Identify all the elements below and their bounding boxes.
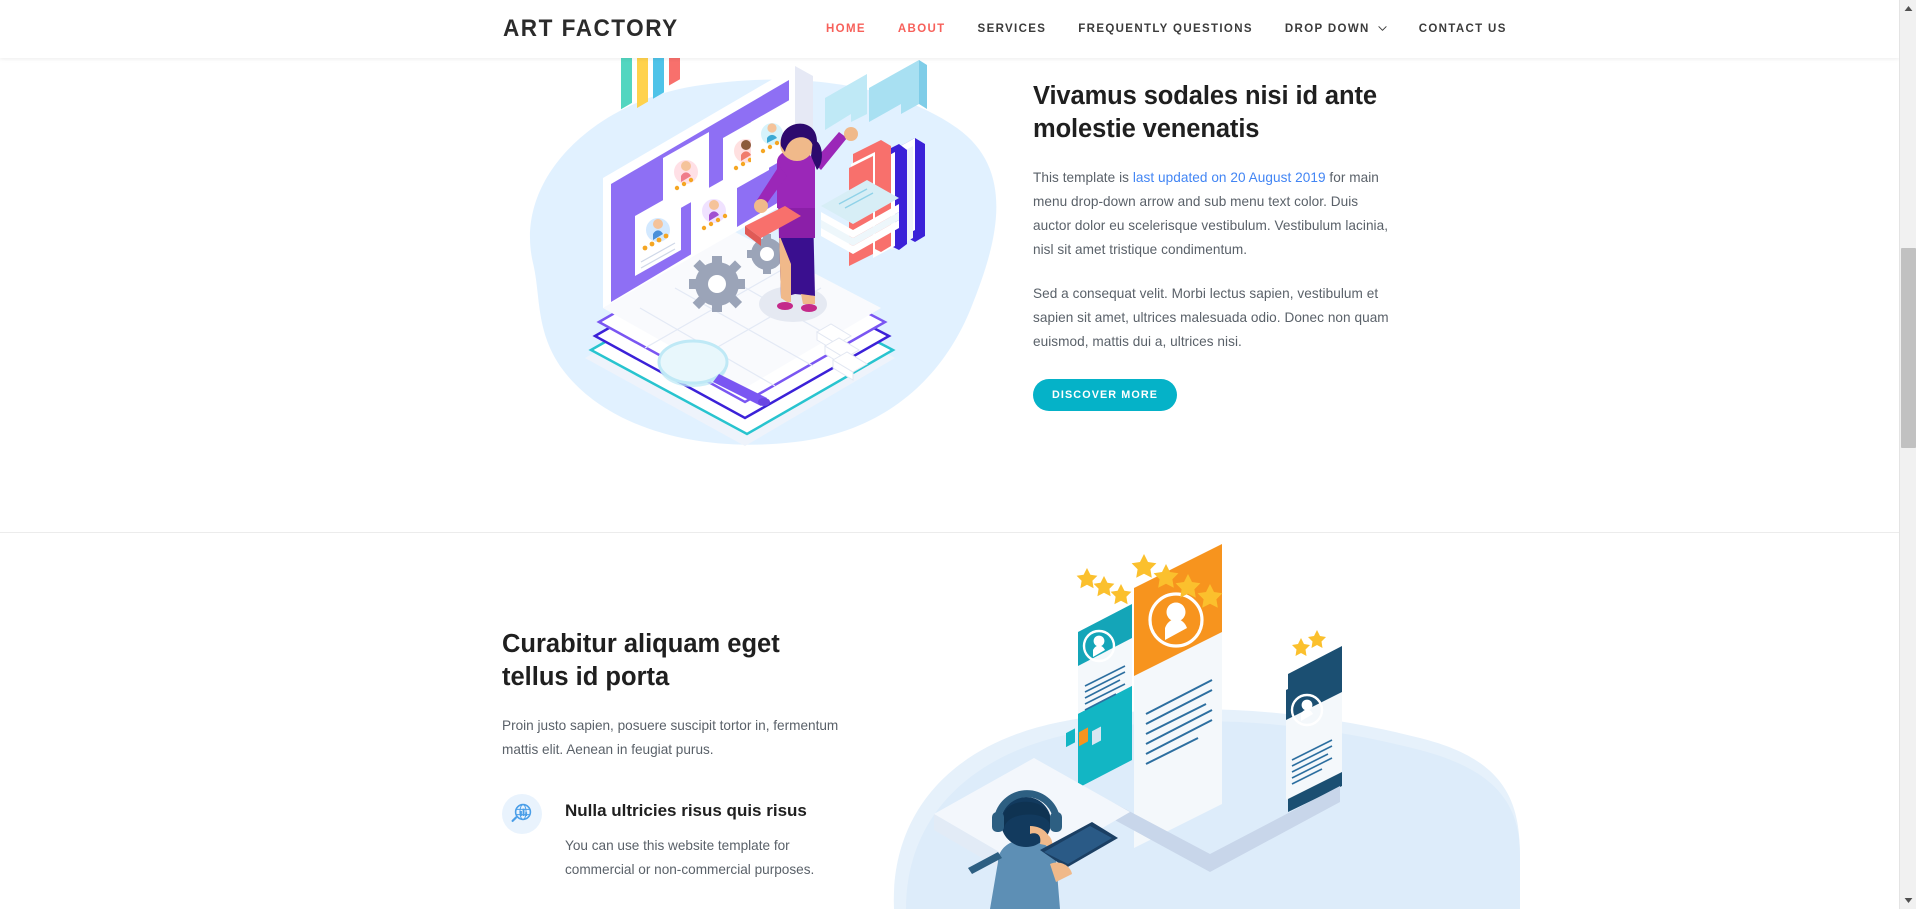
feature-list: Nulla ultricies risus quis risus You can…	[502, 794, 852, 882]
hero-copy: Vivamus sodales nisi id ante molestie ve…	[1033, 80, 1398, 411]
site-logo[interactable]: ART FACTORY	[503, 15, 679, 43]
nav-item-services[interactable]: SERVICES	[962, 0, 1063, 58]
hero-paragraph-1-prefix: This template is	[1033, 170, 1133, 185]
nav-item-label: CONTACT US	[1418, 23, 1507, 35]
features-title: Curabitur aliquam eget tellus id porta	[502, 630, 780, 691]
scroll-down-arrow-icon[interactable]	[1900, 892, 1916, 909]
browser-viewport: ART FACTORY HOME ABOUT SERVICES FREQUENT…	[0, 0, 1916, 909]
site-header: ART FACTORY HOME ABOUT SERVICES FREQUENT…	[0, 0, 1899, 58]
feature-item: Nulla ultricies risus quis risus You can…	[502, 794, 852, 882]
chevron-down-icon	[1378, 24, 1387, 33]
nav-item-home[interactable]: HOME	[810, 0, 882, 58]
vertical-scrollbar[interactable]	[1899, 0, 1916, 909]
nav-item-contact-us[interactable]: CONTACT US	[1403, 0, 1523, 58]
nav-item-label: HOME	[826, 23, 866, 35]
nav-item-drop-down[interactable]: DROP DOWN	[1269, 0, 1403, 58]
features-illustration	[880, 534, 1520, 909]
discover-more-button[interactable]: DISCOVER MORE	[1033, 379, 1178, 411]
nav-item-label: FREQUENTLY QUESTIONS	[1078, 23, 1253, 35]
features-lead: Proin justo sapien, posuere suscipit tor…	[502, 718, 839, 757]
features-section: Curabitur aliquam eget tellus id porta P…	[0, 534, 1899, 909]
magnifier-chart-icon	[502, 794, 542, 834]
nav-item-label: DROP DOWN	[1284, 23, 1370, 35]
scroll-up-arrow-icon[interactable]	[1900, 0, 1916, 17]
scrollbar-thumb[interactable]	[1901, 248, 1916, 448]
hero-illustration	[495, 0, 1015, 478]
feature-description: You can use this website template for co…	[565, 838, 815, 877]
main-navigation: HOME ABOUT SERVICES FREQUENTLY QUESTIONS…	[810, 0, 1523, 58]
nav-item-label: ABOUT	[897, 23, 946, 35]
hero-paragraph-2: Sed a consequat velit. Morbi lectus sapi…	[1033, 286, 1389, 349]
hero-section: Vivamus sodales nisi id ante molestie ve…	[0, 0, 1899, 533]
hero-title: Vivamus sodales nisi id ante molestie ve…	[1033, 82, 1377, 143]
page-content: ART FACTORY HOME ABOUT SERVICES FREQUENT…	[0, 0, 1899, 909]
nav-item-label: SERVICES	[977, 23, 1047, 35]
header-inner: ART FACTORY HOME ABOUT SERVICES FREQUENT…	[0, 0, 1899, 58]
last-updated-link[interactable]: last updated on 20 August 2019	[1133, 170, 1326, 185]
nav-item-frequently-questions[interactable]: FREQUENTLY QUESTIONS	[1062, 0, 1269, 58]
features-copy: Curabitur aliquam eget tellus id porta P…	[502, 628, 852, 909]
feature-title: Nulla ultricies risus quis risus	[565, 801, 807, 820]
hero-paragraph-1: This template is last updated on 20 Augu…	[1033, 166, 1398, 262]
nav-item-about[interactable]: ABOUT	[882, 0, 962, 58]
